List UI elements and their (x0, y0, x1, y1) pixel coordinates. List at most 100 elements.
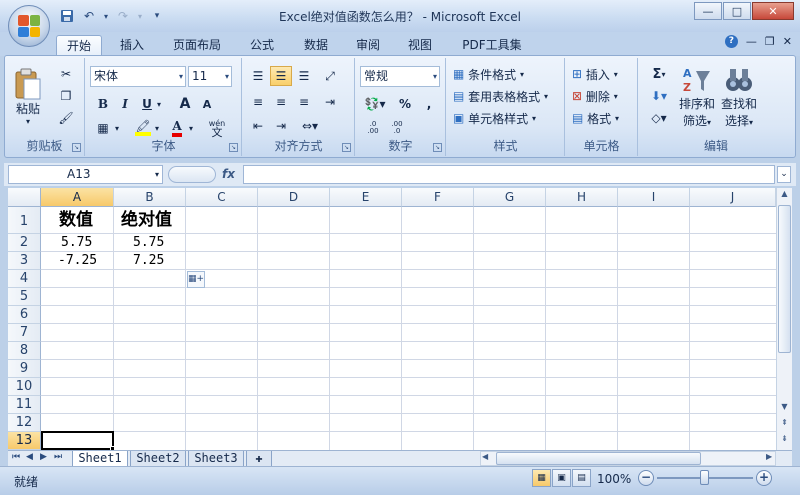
align-left-icon[interactable]: ≡ (247, 92, 269, 112)
row-header-1[interactable]: 1 (8, 207, 41, 234)
cell-a2[interactable]: 5.75 (61, 234, 92, 252)
customize-icon[interactable]: ▾ (148, 8, 166, 24)
column-header-f[interactable]: F (402, 188, 474, 207)
clear-icon[interactable]: ◇▾ (645, 108, 673, 128)
undo-icon[interactable]: ↶ (80, 8, 98, 24)
align-middle-icon[interactable]: ☰ (270, 66, 292, 86)
close-button[interactable]: ✕ (752, 2, 794, 20)
vertical-scrollbar[interactable]: ▲ ▼ ⇞ ⇟ (776, 188, 792, 450)
orientation-icon[interactable]: ⤢ (319, 66, 341, 86)
horizontal-scroll-thumb[interactable] (496, 452, 701, 465)
undo-dropdown-icon[interactable]: ▾ (102, 8, 110, 24)
active-cell-a13[interactable] (41, 431, 114, 450)
sheet-tab-sheet2[interactable]: Sheet2 (130, 451, 186, 467)
row-header-8[interactable]: 8 (8, 342, 41, 360)
cell-b1[interactable]: 绝对值 (121, 207, 172, 234)
tab-insert[interactable]: 插入 (110, 35, 154, 56)
tab-view[interactable]: 视图 (398, 35, 442, 56)
redo-icon[interactable]: ↷ (114, 8, 132, 24)
row-header-5[interactable]: 5 (8, 288, 41, 306)
spreadsheet-grid[interactable]: A B C D E F G H I J 1 2 3 4 5 6 7 8 9 10… (8, 188, 776, 450)
format-as-table-button[interactable]: ▤ 套用表格格式 ▾ (453, 86, 548, 106)
name-box[interactable]: A13 ▾ (8, 165, 163, 184)
number-launcher-icon[interactable]: ↘ (433, 143, 442, 152)
sheet-tab-sheet1[interactable]: Sheet1 (72, 451, 128, 467)
previous-page-icon[interactable]: ⇞ (778, 418, 791, 432)
page-break-view-icon[interactable]: ▤ (572, 469, 591, 487)
sort-filter-button[interactable]: AZ 排序和 筛选▾ (677, 62, 717, 132)
column-header-b[interactable]: B (114, 188, 186, 207)
font-color-icon[interactable]: A (166, 118, 188, 138)
row-header-10[interactable]: 10 (8, 378, 41, 396)
decrease-decimal-button[interactable]: .00 .0 (386, 118, 408, 138)
grow-font-button[interactable]: A (174, 94, 196, 114)
tab-review[interactable]: 审阅 (346, 35, 390, 56)
cell-b2[interactable]: 5.75 (133, 234, 164, 252)
font-name-select[interactable]: 宋体 ▾ (90, 66, 186, 87)
merge-center-icon[interactable]: ⇔▾ (295, 116, 325, 136)
column-header-j[interactable]: J (690, 188, 776, 207)
prev-sheet-icon[interactable]: ◀ (26, 452, 33, 462)
column-header-i[interactable]: I (618, 188, 690, 207)
paste-button[interactable]: 粘贴 ▾ (11, 62, 45, 132)
insert-sheet-icon[interactable]: ✚ (246, 451, 272, 467)
column-header-e[interactable]: E (330, 188, 402, 207)
help-icon[interactable]: ? (724, 35, 738, 48)
number-format-select[interactable]: 常规 ▾ (360, 66, 440, 87)
delete-cells-button[interactable]: ⊠ 删除 ▾ (572, 86, 618, 106)
first-sheet-icon[interactable]: ⏮ (12, 452, 20, 462)
format-painter-icon[interactable]: 🖌 (55, 108, 77, 128)
page-layout-view-icon[interactable]: ▣ (552, 469, 571, 487)
scroll-down-icon[interactable]: ▼ (778, 402, 791, 416)
insert-function-icon[interactable]: fx (222, 167, 235, 181)
normal-view-icon[interactable]: ▦ (532, 469, 551, 487)
shrink-font-button[interactable]: A (196, 94, 218, 114)
border-icon[interactable]: ▦ (92, 118, 114, 138)
decrease-indent-icon[interactable]: ⇤ (247, 116, 269, 136)
italic-button[interactable]: I (114, 94, 136, 114)
office-button[interactable] (8, 5, 50, 47)
scroll-up-icon[interactable]: ▲ (778, 189, 791, 203)
row-header-9[interactable]: 9 (8, 360, 41, 378)
increase-decimal-button[interactable]: .0 .00 (362, 118, 384, 138)
increase-indent-icon[interactable]: ⇥ (270, 116, 292, 136)
bold-button[interactable]: B (92, 94, 114, 114)
align-right-icon[interactable]: ≡ (293, 92, 315, 112)
expand-formula-icon[interactable]: ⌄ (777, 166, 791, 183)
scroll-left-icon[interactable]: ◀ (482, 452, 488, 461)
cell-b3[interactable]: 7.25 (133, 252, 164, 270)
row-header-3[interactable]: 3 (8, 252, 41, 270)
alignment-launcher-icon[interactable]: ↘ (342, 143, 351, 152)
zoom-level[interactable]: 100% (597, 472, 631, 486)
clipboard-launcher-icon[interactable]: ↘ (72, 143, 81, 152)
fill-dropdown-icon[interactable]: ▾ (152, 118, 162, 138)
save-icon[interactable] (58, 8, 76, 24)
zoom-in-icon[interactable]: + (756, 470, 772, 486)
border-dropdown-icon[interactable]: ▾ (112, 118, 122, 138)
select-all-corner[interactable] (8, 188, 41, 207)
wrap-text-icon[interactable]: ⇥ (319, 92, 341, 112)
autosum-button[interactable]: Σ ▾ (645, 64, 673, 84)
formula-resize-handle[interactable] (168, 166, 216, 183)
find-select-button[interactable]: 查找和 选择▾ (719, 62, 759, 132)
minimize-button[interactable]: — (694, 2, 722, 20)
format-cells-button[interactable]: ▤ 格式 ▾ (572, 108, 619, 128)
column-header-d[interactable]: D (258, 188, 330, 207)
ribbon-close-icon[interactable]: ✕ (783, 35, 792, 48)
align-top-icon[interactable]: ☰ (247, 66, 269, 86)
accounting-format-icon[interactable]: 💱▾ (360, 94, 390, 114)
tab-pdf-tools[interactable]: PDF工具集 (452, 35, 532, 56)
next-sheet-icon[interactable]: ▶ (40, 452, 47, 462)
paste-options-icon[interactable]: ▦+ (187, 271, 205, 288)
underline-dropdown-icon[interactable]: ▾ (154, 94, 164, 114)
fill-down-icon[interactable]: ⬇▾ (645, 86, 673, 106)
phonetic-button[interactable]: wén 文 (202, 118, 232, 138)
fill-color-icon[interactable]: 🖍 (132, 118, 154, 138)
tab-data[interactable]: 数据 (294, 35, 338, 56)
column-header-a[interactable]: A (41, 188, 114, 207)
row-header-7[interactable]: 7 (8, 324, 41, 342)
zoom-out-icon[interactable]: − (638, 470, 654, 486)
cut-icon[interactable]: ✂ (55, 64, 77, 84)
column-header-c[interactable]: C (186, 188, 258, 207)
formula-input[interactable] (243, 165, 775, 184)
